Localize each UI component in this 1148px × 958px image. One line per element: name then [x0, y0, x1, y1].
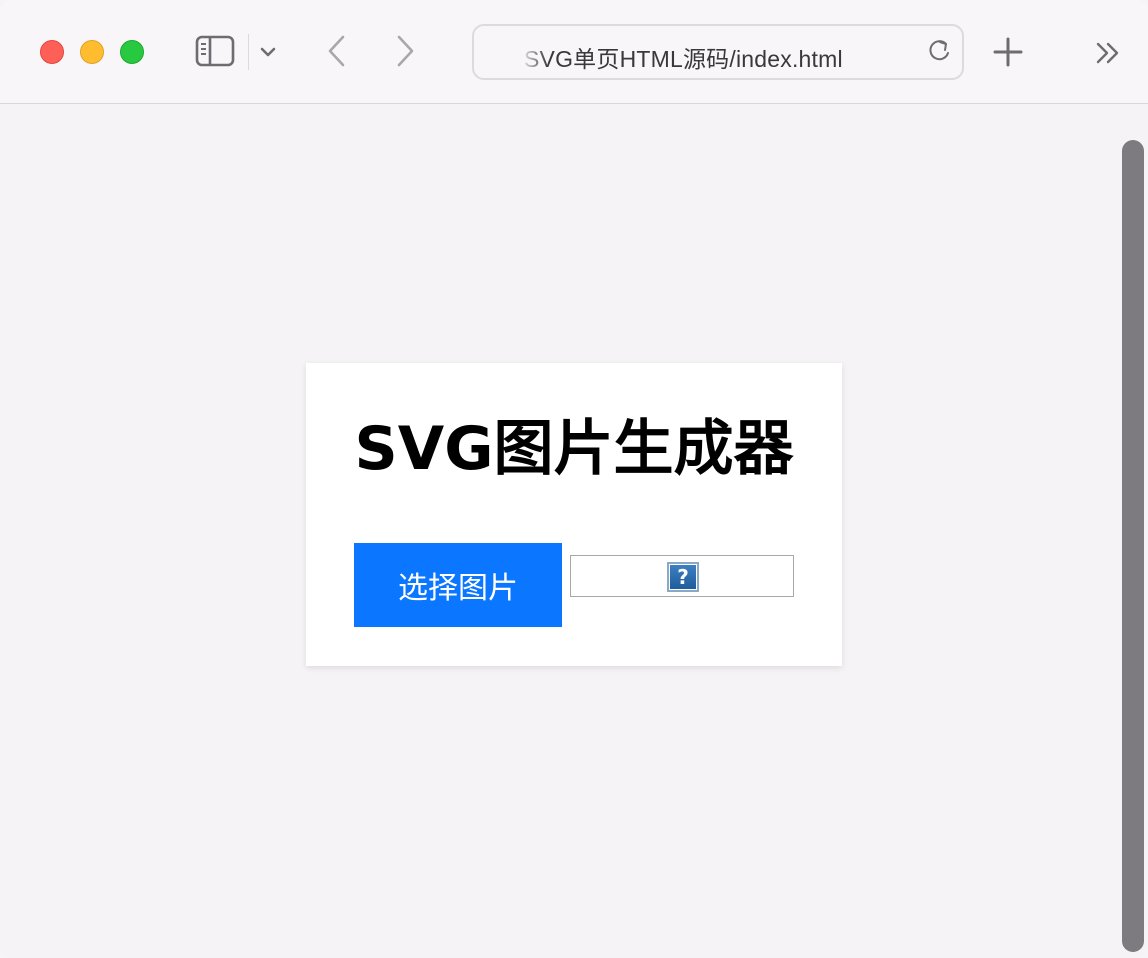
- browser-window: SVG单页HTML源码/index.html SVG图片生成器 选择图片 ?: [0, 0, 1148, 958]
- sidebar-icon: [195, 35, 235, 67]
- close-window-button[interactable]: [40, 40, 64, 64]
- question-mark-glyph: ?: [670, 565, 696, 589]
- reload-button[interactable]: [924, 36, 954, 66]
- forward-arrow-icon: [397, 35, 414, 67]
- chevron-down-icon: [260, 47, 276, 57]
- broken-image-icon: ?: [667, 562, 699, 592]
- page-title: SVG图片生成器: [354, 414, 794, 484]
- new-tab-button[interactable]: [990, 34, 1026, 70]
- sidebar-toggle-button[interactable]: [194, 34, 236, 68]
- plus-icon: [993, 37, 1023, 67]
- back-button[interactable]: [320, 32, 352, 70]
- toolbar-divider: [248, 34, 249, 70]
- address-fade: [520, 34, 548, 74]
- select-image-button[interactable]: 选择图片: [354, 543, 562, 627]
- tab-group-menu-button[interactable]: [256, 38, 280, 66]
- forward-button[interactable]: [390, 32, 422, 70]
- address-bar[interactable]: SVG单页HTML源码/index.html: [472, 24, 964, 80]
- generator-card: SVG图片生成器 选择图片 ?: [306, 363, 842, 666]
- minimize-window-button[interactable]: [80, 40, 104, 64]
- image-preview: ?: [570, 555, 794, 597]
- address-text: SVG单页HTML源码/index.html: [524, 46, 843, 72]
- reload-icon: [929, 40, 949, 61]
- double-chevron-right-icon: [1096, 42, 1119, 64]
- browser-toolbar: SVG单页HTML源码/index.html: [0, 0, 1148, 104]
- more-toolbar-items-button[interactable]: [1092, 38, 1124, 68]
- zoom-window-button[interactable]: [120, 40, 144, 64]
- vertical-scrollbar[interactable]: [1122, 140, 1144, 952]
- back-arrow-icon: [328, 35, 345, 67]
